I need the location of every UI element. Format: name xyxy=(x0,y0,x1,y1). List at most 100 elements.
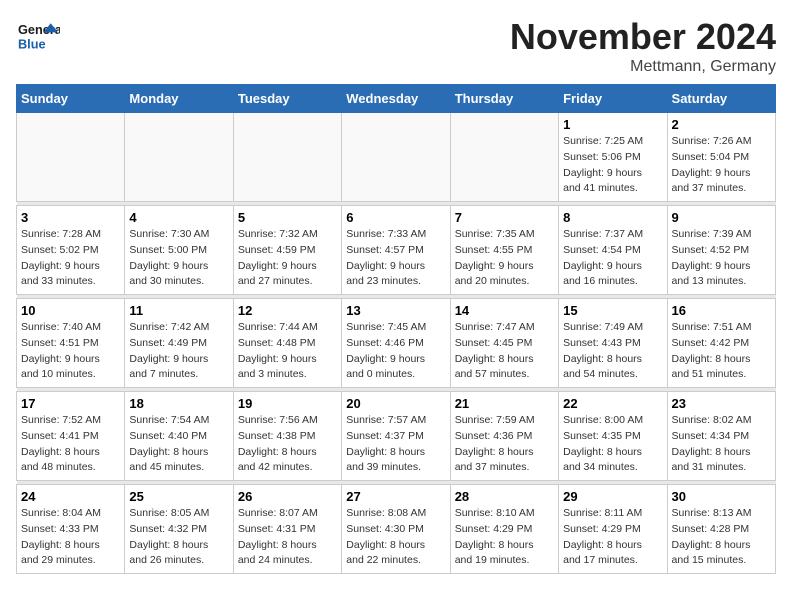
day-info: Sunrise: 7:25 AMSunset: 5:06 PMDaylight:… xyxy=(563,134,662,197)
calendar-cell: 14Sunrise: 7:47 AMSunset: 4:45 PMDayligh… xyxy=(450,299,558,388)
day-number: 16 xyxy=(672,303,771,318)
day-info: Sunrise: 8:13 AMSunset: 4:28 PMDaylight:… xyxy=(672,506,771,569)
day-number: 22 xyxy=(563,396,662,411)
page-header: General Blue November 2024 Mettmann, Ger… xyxy=(16,16,776,76)
calendar-cell xyxy=(233,113,341,202)
day-info: Sunrise: 7:32 AMSunset: 4:59 PMDaylight:… xyxy=(238,227,337,290)
day-number: 29 xyxy=(563,489,662,504)
day-number: 26 xyxy=(238,489,337,504)
day-number: 13 xyxy=(346,303,445,318)
day-info: Sunrise: 8:02 AMSunset: 4:34 PMDaylight:… xyxy=(672,413,771,476)
calendar-table: SundayMondayTuesdayWednesdayThursdayFrid… xyxy=(16,84,776,574)
logo-icon: General Blue xyxy=(16,16,60,56)
month-title: November 2024 xyxy=(510,16,776,58)
day-number: 4 xyxy=(129,210,228,225)
logo: General Blue xyxy=(16,16,60,56)
day-number: 21 xyxy=(455,396,554,411)
calendar-cell: 17 Sunrise: 7:52 AMSunset: 4:41 PMDayligh… xyxy=(17,392,125,481)
calendar-cell: 1 Sunrise: 7:25 AMSunset: 5:06 PMDaylight… xyxy=(559,113,667,202)
day-number: 30 xyxy=(672,489,771,504)
calendar-cell: 26 Sunrise: 8:07 AMSunset: 4:31 PMDayligh… xyxy=(233,485,341,574)
location: Mettmann, Germany xyxy=(510,58,776,76)
calendar-cell: 19 Sunrise: 7:56 AMSunset: 4:38 PMDayligh… xyxy=(233,392,341,481)
day-number: 3 xyxy=(21,210,120,225)
weekday-header-monday: Monday xyxy=(125,85,233,113)
weekday-header-wednesday: Wednesday xyxy=(342,85,450,113)
day-number: 25 xyxy=(129,489,228,504)
day-info: Sunrise: 8:00 AMSunset: 4:35 PMDaylight:… xyxy=(563,413,662,476)
day-info: Sunrise: 8:11 AMSunset: 4:29 PMDaylight:… xyxy=(563,506,662,569)
calendar-cell: 5 Sunrise: 7:32 AMSunset: 4:59 PMDaylight… xyxy=(233,206,341,295)
day-number: 2 xyxy=(672,117,771,132)
day-number: 23 xyxy=(672,396,771,411)
calendar-cell: 21Sunrise: 7:59 AMSunset: 4:36 PMDayligh… xyxy=(450,392,558,481)
calendar-week-4: 24Sunrise: 8:04 AMSunset: 4:33 PMDayligh… xyxy=(17,485,776,574)
day-number: 1 xyxy=(563,117,662,132)
calendar-cell: 27 Sunrise: 8:08 AMSunset: 4:30 PMDayligh… xyxy=(342,485,450,574)
calendar-week-2: 10 Sunrise: 7:40 AMSunset: 4:51 PMDayligh… xyxy=(17,299,776,388)
day-number: 19 xyxy=(238,396,337,411)
day-info: Sunrise: 7:42 AMSunset: 4:49 PMDaylight:… xyxy=(129,320,228,383)
day-number: 24 xyxy=(21,489,120,504)
calendar-cell: 9 Sunrise: 7:39 AMSunset: 4:52 PMDaylight… xyxy=(667,206,775,295)
day-number: 15 xyxy=(563,303,662,318)
day-info: Sunrise: 7:26 AMSunset: 5:04 PMDaylight:… xyxy=(672,134,771,197)
day-info: Sunrise: 8:07 AMSunset: 4:31 PMDaylight:… xyxy=(238,506,337,569)
day-info: Sunrise: 8:05 AMSunset: 4:32 PMDaylight:… xyxy=(129,506,228,569)
calendar-cell: 2 Sunrise: 7:26 AMSunset: 5:04 PMDaylight… xyxy=(667,113,775,202)
calendar-cell: 20 Sunrise: 7:57 AMSunset: 4:37 PMDayligh… xyxy=(342,392,450,481)
day-info: Sunrise: 7:37 AMSunset: 4:54 PMDaylight:… xyxy=(563,227,662,290)
calendar-cell: 24Sunrise: 8:04 AMSunset: 4:33 PMDayligh… xyxy=(17,485,125,574)
calendar-cell: 15 Sunrise: 7:49 AMSunset: 4:43 PMDayligh… xyxy=(559,299,667,388)
day-info: Sunrise: 8:08 AMSunset: 4:30 PMDaylight:… xyxy=(346,506,445,569)
day-info: Sunrise: 7:47 AMSunset: 4:45 PMDaylight:… xyxy=(455,320,554,383)
weekday-header-saturday: Saturday xyxy=(667,85,775,113)
day-info: Sunrise: 7:35 AMSunset: 4:55 PMDaylight:… xyxy=(455,227,554,290)
day-info: Sunrise: 7:45 AMSunset: 4:46 PMDaylight:… xyxy=(346,320,445,383)
day-number: 27 xyxy=(346,489,445,504)
weekday-header-friday: Friday xyxy=(559,85,667,113)
calendar-cell: 7 Sunrise: 7:35 AMSunset: 4:55 PMDaylight… xyxy=(450,206,558,295)
calendar-week-1: 3Sunrise: 7:28 AMSunset: 5:02 PMDaylight… xyxy=(17,206,776,295)
day-info: Sunrise: 7:52 AMSunset: 4:41 PMDaylight:… xyxy=(21,413,120,476)
day-number: 17 xyxy=(21,396,120,411)
day-number: 10 xyxy=(21,303,120,318)
calendar-cell xyxy=(450,113,558,202)
calendar-week-3: 17 Sunrise: 7:52 AMSunset: 4:41 PMDayligh… xyxy=(17,392,776,481)
calendar-cell: 18Sunrise: 7:54 AMSunset: 4:40 PMDayligh… xyxy=(125,392,233,481)
calendar-cell: 8 Sunrise: 7:37 AMSunset: 4:54 PMDaylight… xyxy=(559,206,667,295)
day-info: Sunrise: 7:57 AMSunset: 4:37 PMDaylight:… xyxy=(346,413,445,476)
calendar-cell: 11 Sunrise: 7:42 AMSunset: 4:49 PMDayligh… xyxy=(125,299,233,388)
calendar-cell: 25 Sunrise: 8:05 AMSunset: 4:32 PMDayligh… xyxy=(125,485,233,574)
weekday-header-thursday: Thursday xyxy=(450,85,558,113)
calendar-cell: 28 Sunrise: 8:10 AMSunset: 4:29 PMDayligh… xyxy=(450,485,558,574)
calendar-cell xyxy=(125,113,233,202)
day-info: Sunrise: 7:40 AMSunset: 4:51 PMDaylight:… xyxy=(21,320,120,383)
day-info: Sunrise: 7:49 AMSunset: 4:43 PMDaylight:… xyxy=(563,320,662,383)
day-number: 12 xyxy=(238,303,337,318)
day-info: Sunrise: 8:10 AMSunset: 4:29 PMDaylight:… xyxy=(455,506,554,569)
calendar-cell: 4Sunrise: 7:30 AMSunset: 5:00 PMDaylight… xyxy=(125,206,233,295)
day-number: 9 xyxy=(672,210,771,225)
calendar-week-0: 1 Sunrise: 7:25 AMSunset: 5:06 PMDaylight… xyxy=(17,113,776,202)
calendar-cell: 10 Sunrise: 7:40 AMSunset: 4:51 PMDayligh… xyxy=(17,299,125,388)
day-number: 5 xyxy=(238,210,337,225)
calendar-cell xyxy=(17,113,125,202)
calendar-cell: 30 Sunrise: 8:13 AMSunset: 4:28 PMDayligh… xyxy=(667,485,775,574)
day-info: Sunrise: 7:54 AMSunset: 4:40 PMDaylight:… xyxy=(129,413,228,476)
day-info: Sunrise: 7:56 AMSunset: 4:38 PMDaylight:… xyxy=(238,413,337,476)
day-number: 28 xyxy=(455,489,554,504)
day-info: Sunrise: 7:33 AMSunset: 4:57 PMDaylight:… xyxy=(346,227,445,290)
title-section: November 2024 Mettmann, Germany xyxy=(510,16,776,76)
day-number: 8 xyxy=(563,210,662,225)
day-number: 6 xyxy=(346,210,445,225)
day-info: Sunrise: 7:39 AMSunset: 4:52 PMDaylight:… xyxy=(672,227,771,290)
day-number: 11 xyxy=(129,303,228,318)
day-number: 20 xyxy=(346,396,445,411)
calendar-cell: 22 Sunrise: 8:00 AMSunset: 4:35 PMDayligh… xyxy=(559,392,667,481)
calendar-cell: 12Sunrise: 7:44 AMSunset: 4:48 PMDayligh… xyxy=(233,299,341,388)
calendar-cell xyxy=(342,113,450,202)
day-number: 7 xyxy=(455,210,554,225)
calendar-cell: 13 Sunrise: 7:45 AMSunset: 4:46 PMDayligh… xyxy=(342,299,450,388)
calendar-header-row: SundayMondayTuesdayWednesdayThursdayFrid… xyxy=(17,85,776,113)
